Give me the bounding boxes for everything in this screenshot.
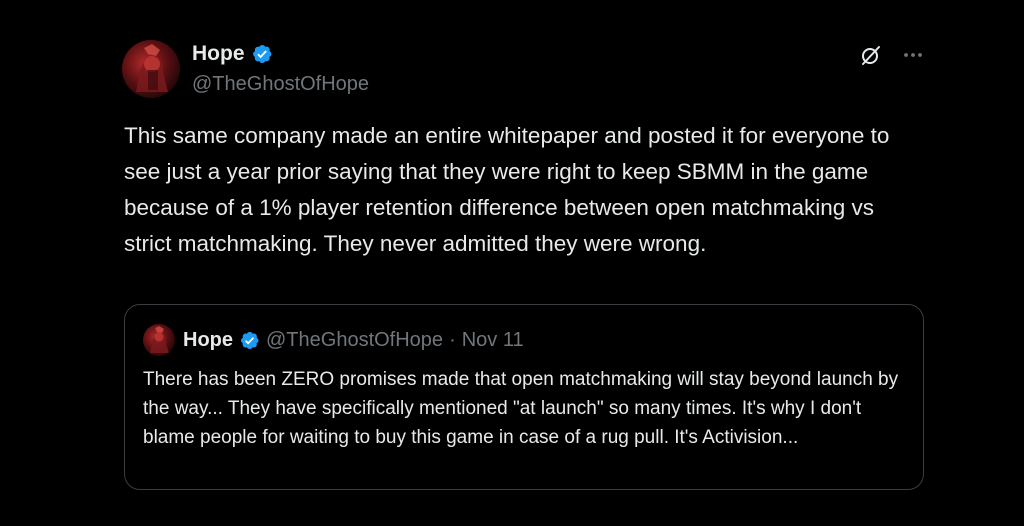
more-options-icon — [904, 53, 922, 57]
quoted-tweet[interactable]: Hope @TheGhostOfHope · Nov 11 There has … — [124, 304, 924, 490]
tweet-text: This same company made an entire whitepa… — [124, 123, 890, 256]
tweet-actions-top — [858, 42, 926, 68]
quoted-handle[interactable]: @TheGhostOfHope — [266, 327, 443, 353]
more-options-button[interactable] — [900, 42, 926, 68]
avatar-image — [136, 44, 168, 92]
verified-badge-icon — [252, 45, 271, 63]
tweet-card: Hope @TheGhostOfHope This same company m… — [0, 0, 1024, 526]
quoted-author-avatar[interactable] — [143, 324, 175, 356]
quoted-display-name[interactable]: Hope — [183, 327, 233, 353]
quoted-separator: · — [449, 329, 456, 351]
author-handle[interactable]: @TheGhostOfHope — [192, 71, 369, 97]
quoted-date[interactable]: Nov 11 — [462, 327, 524, 353]
quoted-text: There has been ZERO promises made that o… — [143, 369, 899, 448]
quoted-avatar-image — [150, 326, 169, 353]
grok-button[interactable] — [858, 42, 884, 68]
author-name-row: Hope — [192, 41, 273, 67]
quoted-header: Hope @TheGhostOfHope · Nov 11 — [183, 327, 524, 353]
grok-icon — [862, 46, 880, 65]
quoted-verified-badge-icon — [241, 331, 259, 349]
author-avatar[interactable] — [122, 40, 180, 98]
author-display-name[interactable]: Hope — [192, 41, 245, 67]
